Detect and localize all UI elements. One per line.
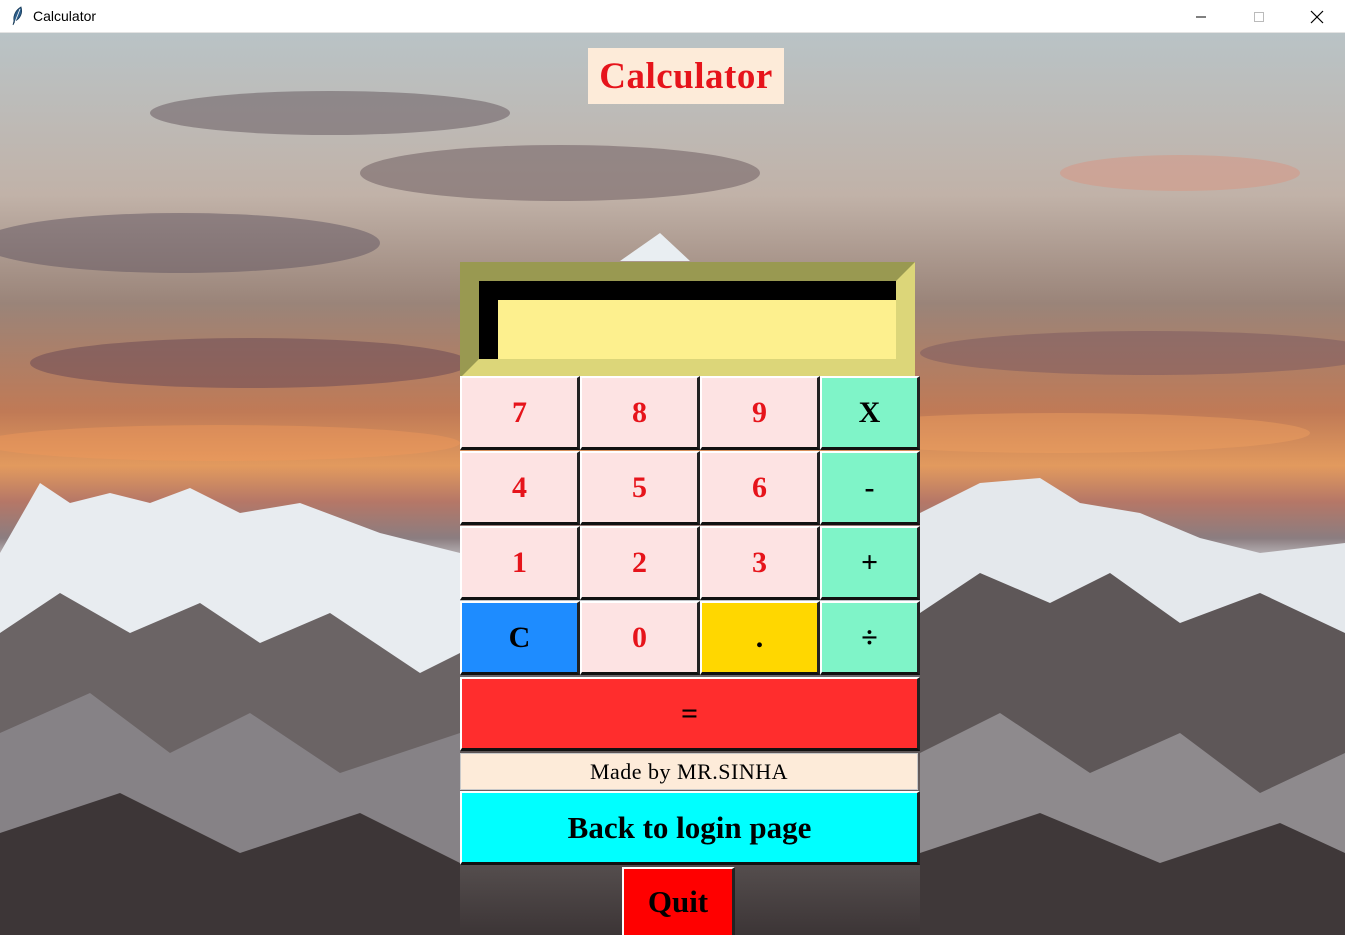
- minimize-button[interactable]: [1172, 0, 1230, 33]
- key-6[interactable]: 6: [700, 451, 820, 525]
- title-bar: Calculator: [0, 0, 1345, 33]
- quit-button[interactable]: Quit: [622, 867, 735, 935]
- multiply-button[interactable]: X: [820, 376, 920, 450]
- key-1[interactable]: 1: [460, 526, 580, 600]
- decimal-button[interactable]: .: [700, 601, 820, 675]
- display-field[interactable]: [498, 300, 896, 359]
- maximize-icon: [1254, 11, 1264, 22]
- subtract-button[interactable]: -: [820, 451, 920, 525]
- calculator-window: Calculator Calculator 7 8 9 X 4 5 6 - 1 …: [0, 0, 1345, 935]
- window-title: Calculator: [33, 8, 97, 24]
- equals-button[interactable]: =: [460, 677, 920, 751]
- key-5[interactable]: 5: [580, 451, 700, 525]
- key-8[interactable]: 8: [580, 376, 700, 450]
- credit-label: Made by MR.SINHA: [460, 753, 918, 790]
- feather-icon: [10, 6, 26, 26]
- key-2[interactable]: 2: [580, 526, 700, 600]
- maximize-button[interactable]: [1230, 0, 1288, 33]
- key-9[interactable]: 9: [700, 376, 820, 450]
- minimize-icon: [1196, 16, 1206, 17]
- key-3[interactable]: 3: [700, 526, 820, 600]
- divide-button[interactable]: ÷: [820, 601, 920, 675]
- display-panel: [479, 281, 896, 359]
- close-button[interactable]: [1288, 0, 1345, 33]
- back-to-login-button[interactable]: Back to login page: [460, 791, 920, 865]
- clear-button[interactable]: C: [460, 601, 580, 675]
- add-button[interactable]: +: [820, 526, 920, 600]
- page-title: Calculator: [588, 48, 784, 104]
- key-7[interactable]: 7: [460, 376, 580, 450]
- key-4[interactable]: 4: [460, 451, 580, 525]
- close-icon: [1310, 10, 1324, 23]
- key-0[interactable]: 0: [580, 601, 700, 675]
- display-frame: [460, 262, 915, 378]
